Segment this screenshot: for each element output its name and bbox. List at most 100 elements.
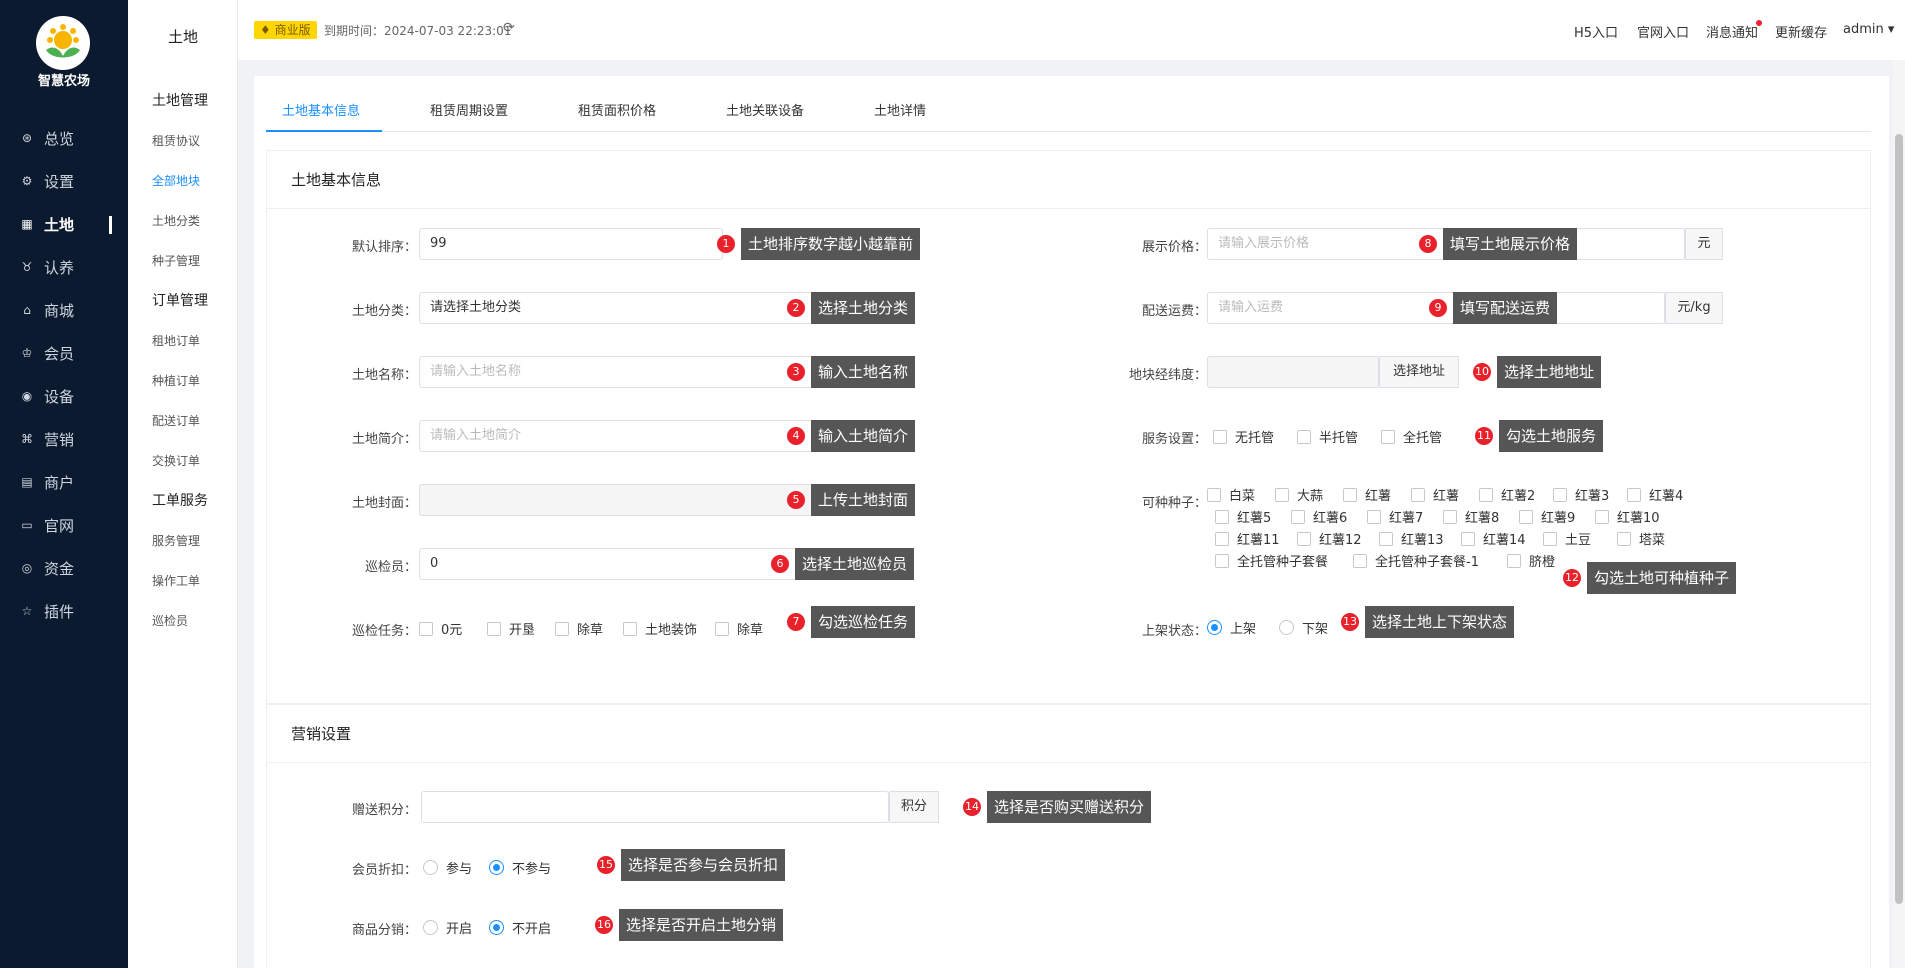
subnav-item-plant-orders[interactable]: 种植订单 <box>152 372 200 389</box>
status-radio-off[interactable]: 下架 <box>1279 618 1328 637</box>
task-checkbox[interactable]: 0元 <box>419 619 462 638</box>
website-entry-link[interactable]: 官网入口 <box>1637 22 1689 41</box>
notifications-link[interactable]: 消息通知 <box>1706 22 1758 41</box>
nav-item-merchant[interactable]: ▤ 商户 <box>0 464 128 500</box>
distribution-on-radio[interactable]: 开启 <box>423 918 472 937</box>
nav-item-website[interactable]: ▭ 官网 <box>0 507 128 543</box>
seed-checkbox[interactable]: 脐橙 <box>1507 551 1555 570</box>
member-discount-join-radio[interactable]: 参与 <box>423 858 472 877</box>
scrollbar-thumb[interactable] <box>1895 134 1903 904</box>
radio-label: 参与 <box>446 862 473 877</box>
checkbox-box <box>555 621 569 636</box>
seed-checkbox[interactable]: 红薯5 <box>1215 507 1271 526</box>
seed-checkbox[interactable]: 红薯14 <box>1461 529 1526 548</box>
subnav-item-work-orders[interactable]: 操作工单 <box>152 572 200 589</box>
top-header: ♦ 商业版 到期时间：2024-07-03 22:23:01 ⟳ H5入口 官网… <box>238 0 1905 60</box>
nav-item-marketing[interactable]: ⌘ 营销 <box>0 421 128 457</box>
tab-lease-period[interactable]: 租赁周期设置 <box>430 92 508 132</box>
basic-info-card: 土地基本信息 默认排序： 99 土地分类： 请选择土地分类 土地名称： 请输入土… <box>266 150 1871 704</box>
points-input[interactable] <box>421 791 889 823</box>
radio-label: 开启 <box>446 922 473 937</box>
nav-item-settings[interactable]: ⚙ 设置 <box>0 163 128 199</box>
category-select[interactable]: 请选择土地分类 <box>419 292 817 324</box>
badge-label: 商业版 <box>274 23 311 37</box>
subnav-title: 土地 <box>167 28 198 46</box>
subnav-item-lease-orders[interactable]: 租地订单 <box>152 332 200 349</box>
seed-checkbox[interactable]: 白菜 <box>1207 485 1255 504</box>
diamond-icon: ♦ <box>260 23 275 37</box>
nav-item-adopt[interactable]: ♉ 认养 <box>0 249 128 285</box>
subnav-item-all-plots[interactable]: 全部地块 <box>152 172 200 189</box>
seed-checkbox[interactable]: 全托管种子套餐-1 <box>1353 551 1479 570</box>
annotation-callout: 16 选择是否开启土地分销 <box>595 909 784 941</box>
service-checkbox[interactable]: 无托管 <box>1213 427 1274 446</box>
radio-label: 下架 <box>1302 622 1329 637</box>
service-checkbox[interactable]: 全托管 <box>1381 427 1442 446</box>
seed-checkbox[interactable]: 红薯4 <box>1627 485 1683 504</box>
page-scrollbar[interactable] <box>1893 60 1905 968</box>
subnav-item-land-category[interactable]: 土地分类 <box>152 212 200 229</box>
distribution-off-radio[interactable]: 不开启 <box>489 918 551 937</box>
geo-input[interactable] <box>1207 356 1379 388</box>
tab-area-price[interactable]: 租赁面积价格 <box>578 92 656 132</box>
nav-item-land[interactable]: ▦ 土地 <box>0 206 128 242</box>
seed-checkbox[interactable]: 土豆 <box>1543 529 1591 548</box>
seed-checkbox[interactable]: 红薯11 <box>1215 529 1280 548</box>
checkbox-box <box>487 621 501 636</box>
tab-details[interactable]: 土地详情 <box>874 92 926 132</box>
cover-upload[interactable] <box>419 484 817 516</box>
seed-checkbox[interactable]: 红薯9 <box>1519 507 1575 526</box>
task-checkbox[interactable]: 除草 <box>715 619 763 638</box>
update-cache-link[interactable]: 更新缓存 <box>1775 22 1827 41</box>
admin-menu[interactable]: admin ▾ <box>1843 22 1894 37</box>
nav-item-plugins[interactable]: ☆ 插件 <box>0 593 128 629</box>
seed-checkbox[interactable]: 大蒜 <box>1275 485 1323 504</box>
task-checkbox[interactable]: 开垦 <box>487 619 535 638</box>
seed-checkbox[interactable]: 红薯13 <box>1379 529 1444 548</box>
seed-checkbox[interactable]: 红薯 <box>1343 485 1391 504</box>
tab-basic-info[interactable]: 土地基本信息 <box>266 92 382 132</box>
seed-checkbox[interactable]: 全托管种子套餐 <box>1215 551 1328 570</box>
nav-item-shop[interactable]: ⌂ 商城 <box>0 292 128 328</box>
subnav-item-service-manage[interactable]: 服务管理 <box>152 532 200 549</box>
subnav-item-inspectors[interactable]: 巡检员 <box>152 612 188 629</box>
nav-item-member[interactable]: ♔ 会员 <box>0 335 128 371</box>
refresh-icon[interactable]: ⟳ <box>503 20 515 36</box>
seed-checkbox[interactable]: 红薯12 <box>1297 529 1362 548</box>
service-checkbox[interactable]: 半托管 <box>1297 427 1358 446</box>
status-radio-on[interactable]: 上架 <box>1207 618 1256 637</box>
seed-checkbox[interactable]: 红薯8 <box>1443 507 1499 526</box>
subnav-item-lease-agreement[interactable]: 租赁协议 <box>152 132 200 149</box>
seed-checkbox[interactable]: 红薯3 <box>1553 485 1609 504</box>
nav-item-device[interactable]: ◉ 设备 <box>0 378 128 414</box>
nav-item-overview[interactable]: ⊛ 总览 <box>0 120 128 156</box>
subnav-item-seeds[interactable]: 种子管理 <box>152 252 200 269</box>
seed-checkbox[interactable]: 红薯 <box>1411 485 1459 504</box>
member-discount-skip-radio[interactable]: 不参与 <box>489 858 551 877</box>
annotation-text: 选择是否参与会员折扣 <box>621 849 786 881</box>
subnav-item-delivery-orders[interactable]: 配送订单 <box>152 412 200 429</box>
seed-checkbox[interactable]: 红薯10 <box>1595 507 1660 526</box>
tab-devices[interactable]: 土地关联设备 <box>726 92 804 132</box>
seed-checkbox[interactable]: 红薯6 <box>1291 507 1347 526</box>
sort-input[interactable]: 99 <box>419 228 723 260</box>
seed-checkbox[interactable]: 塔菜 <box>1617 529 1665 548</box>
h5-entry-link[interactable]: H5入口 <box>1574 22 1618 41</box>
intro-input[interactable]: 请输入土地简介 <box>419 420 817 452</box>
checkbox-box <box>1297 531 1311 546</box>
name-input[interactable]: 请输入土地名称 <box>419 356 817 388</box>
seed-checkbox[interactable]: 红薯7 <box>1367 507 1423 526</box>
checkbox-box <box>1507 553 1521 568</box>
annotation-text: 勾选土地服务 <box>1499 420 1604 452</box>
merchant-icon: ▤ <box>21 475 33 489</box>
seed-checkbox[interactable]: 红薯2 <box>1479 485 1535 504</box>
checkbox-label: 红薯4 <box>1649 489 1684 504</box>
task-checkbox[interactable]: 土地装饰 <box>623 619 697 638</box>
select-address-button[interactable]: 选择地址 <box>1379 356 1459 388</box>
inspector-select[interactable]: 0 <box>419 548 817 580</box>
checkbox-label: 红薯8 <box>1465 511 1500 526</box>
nav-item-funds[interactable]: ◎ 资金 <box>0 550 128 586</box>
annotation-text: 选择是否开启土地分销 <box>619 909 784 941</box>
subnav-item-exchange-orders[interactable]: 交换订单 <box>152 452 200 469</box>
task-checkbox[interactable]: 除草 <box>555 619 603 638</box>
